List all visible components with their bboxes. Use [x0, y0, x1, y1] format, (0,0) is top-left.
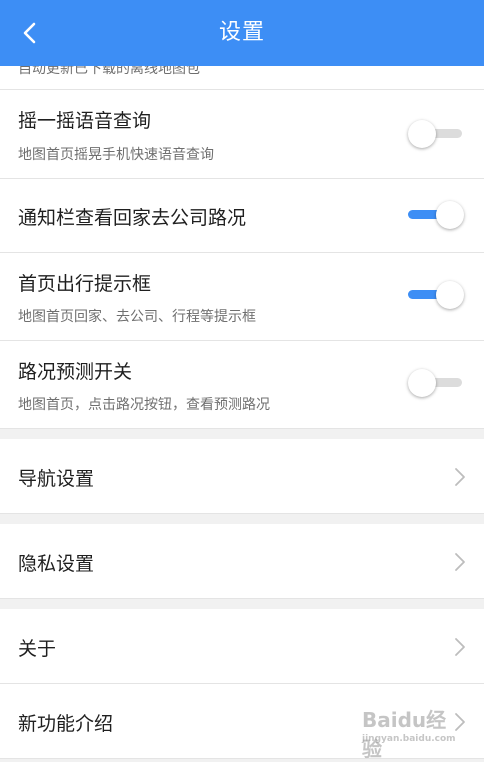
row-title: 路况预测开关 [18, 361, 133, 383]
row-label: 隐私设置 [18, 553, 95, 575]
toggle-knob [408, 369, 436, 397]
row-title: 首页出行提示框 [18, 273, 152, 295]
notification-commute-traffic-row: 通知栏查看回家去公司路况 [0, 179, 484, 253]
row-label: 关于 [18, 638, 57, 660]
traffic-prediction-row: 路况预测开关 地图首页，点击路况按钮，查看预测路况 [0, 341, 484, 429]
chevron-right-icon [455, 468, 465, 486]
row-title: 摇一摇语音查询 [18, 110, 152, 132]
row-title: 通知栏查看回家去公司路况 [18, 207, 247, 229]
offline-map-update-row[interactable]: 自动更新已下载的离线地图包 [0, 66, 484, 90]
app-header: 设置 [0, 0, 484, 66]
row-label: 新功能介绍 [18, 713, 114, 735]
shake-voice-query-toggle[interactable] [408, 120, 464, 148]
page-title: 设置 [218, 20, 265, 45]
about-row[interactable]: 关于 [0, 609, 484, 684]
row-subtitle: 地图首页，点击路况按钮，查看预测路况 [18, 397, 270, 413]
row-label: 导航设置 [18, 468, 95, 490]
toggle-knob [408, 120, 436, 148]
notification-commute-traffic-toggle[interactable] [408, 201, 464, 229]
watermark: Baidu经验 jingyan.baidu.com [362, 704, 458, 761]
toggle-knob [436, 201, 464, 229]
toggle-knob [436, 281, 464, 309]
traffic-prediction-toggle[interactable] [408, 369, 464, 397]
watermark-subtext: jingyan.baidu.com [362, 734, 456, 744]
chevron-right-icon [455, 638, 465, 656]
chevron-right-icon [455, 553, 465, 571]
row-subtitle: 地图首页回家、去公司、行程等提示框 [18, 309, 256, 325]
shake-voice-query-row: 摇一摇语音查询 地图首页摇晃手机快速语音查询 [0, 90, 484, 179]
home-trip-hint-toggle[interactable] [408, 281, 464, 309]
row-subtitle: 自动更新已下载的离线地图包 [18, 66, 200, 77]
row-subtitle: 地图首页摇晃手机快速语音查询 [18, 147, 214, 163]
home-trip-hint-row: 首页出行提示框 地图首页回家、去公司、行程等提示框 [0, 253, 484, 341]
navigation-settings-row[interactable]: 导航设置 [0, 439, 484, 514]
privacy-settings-row[interactable]: 隐私设置 [0, 524, 484, 599]
